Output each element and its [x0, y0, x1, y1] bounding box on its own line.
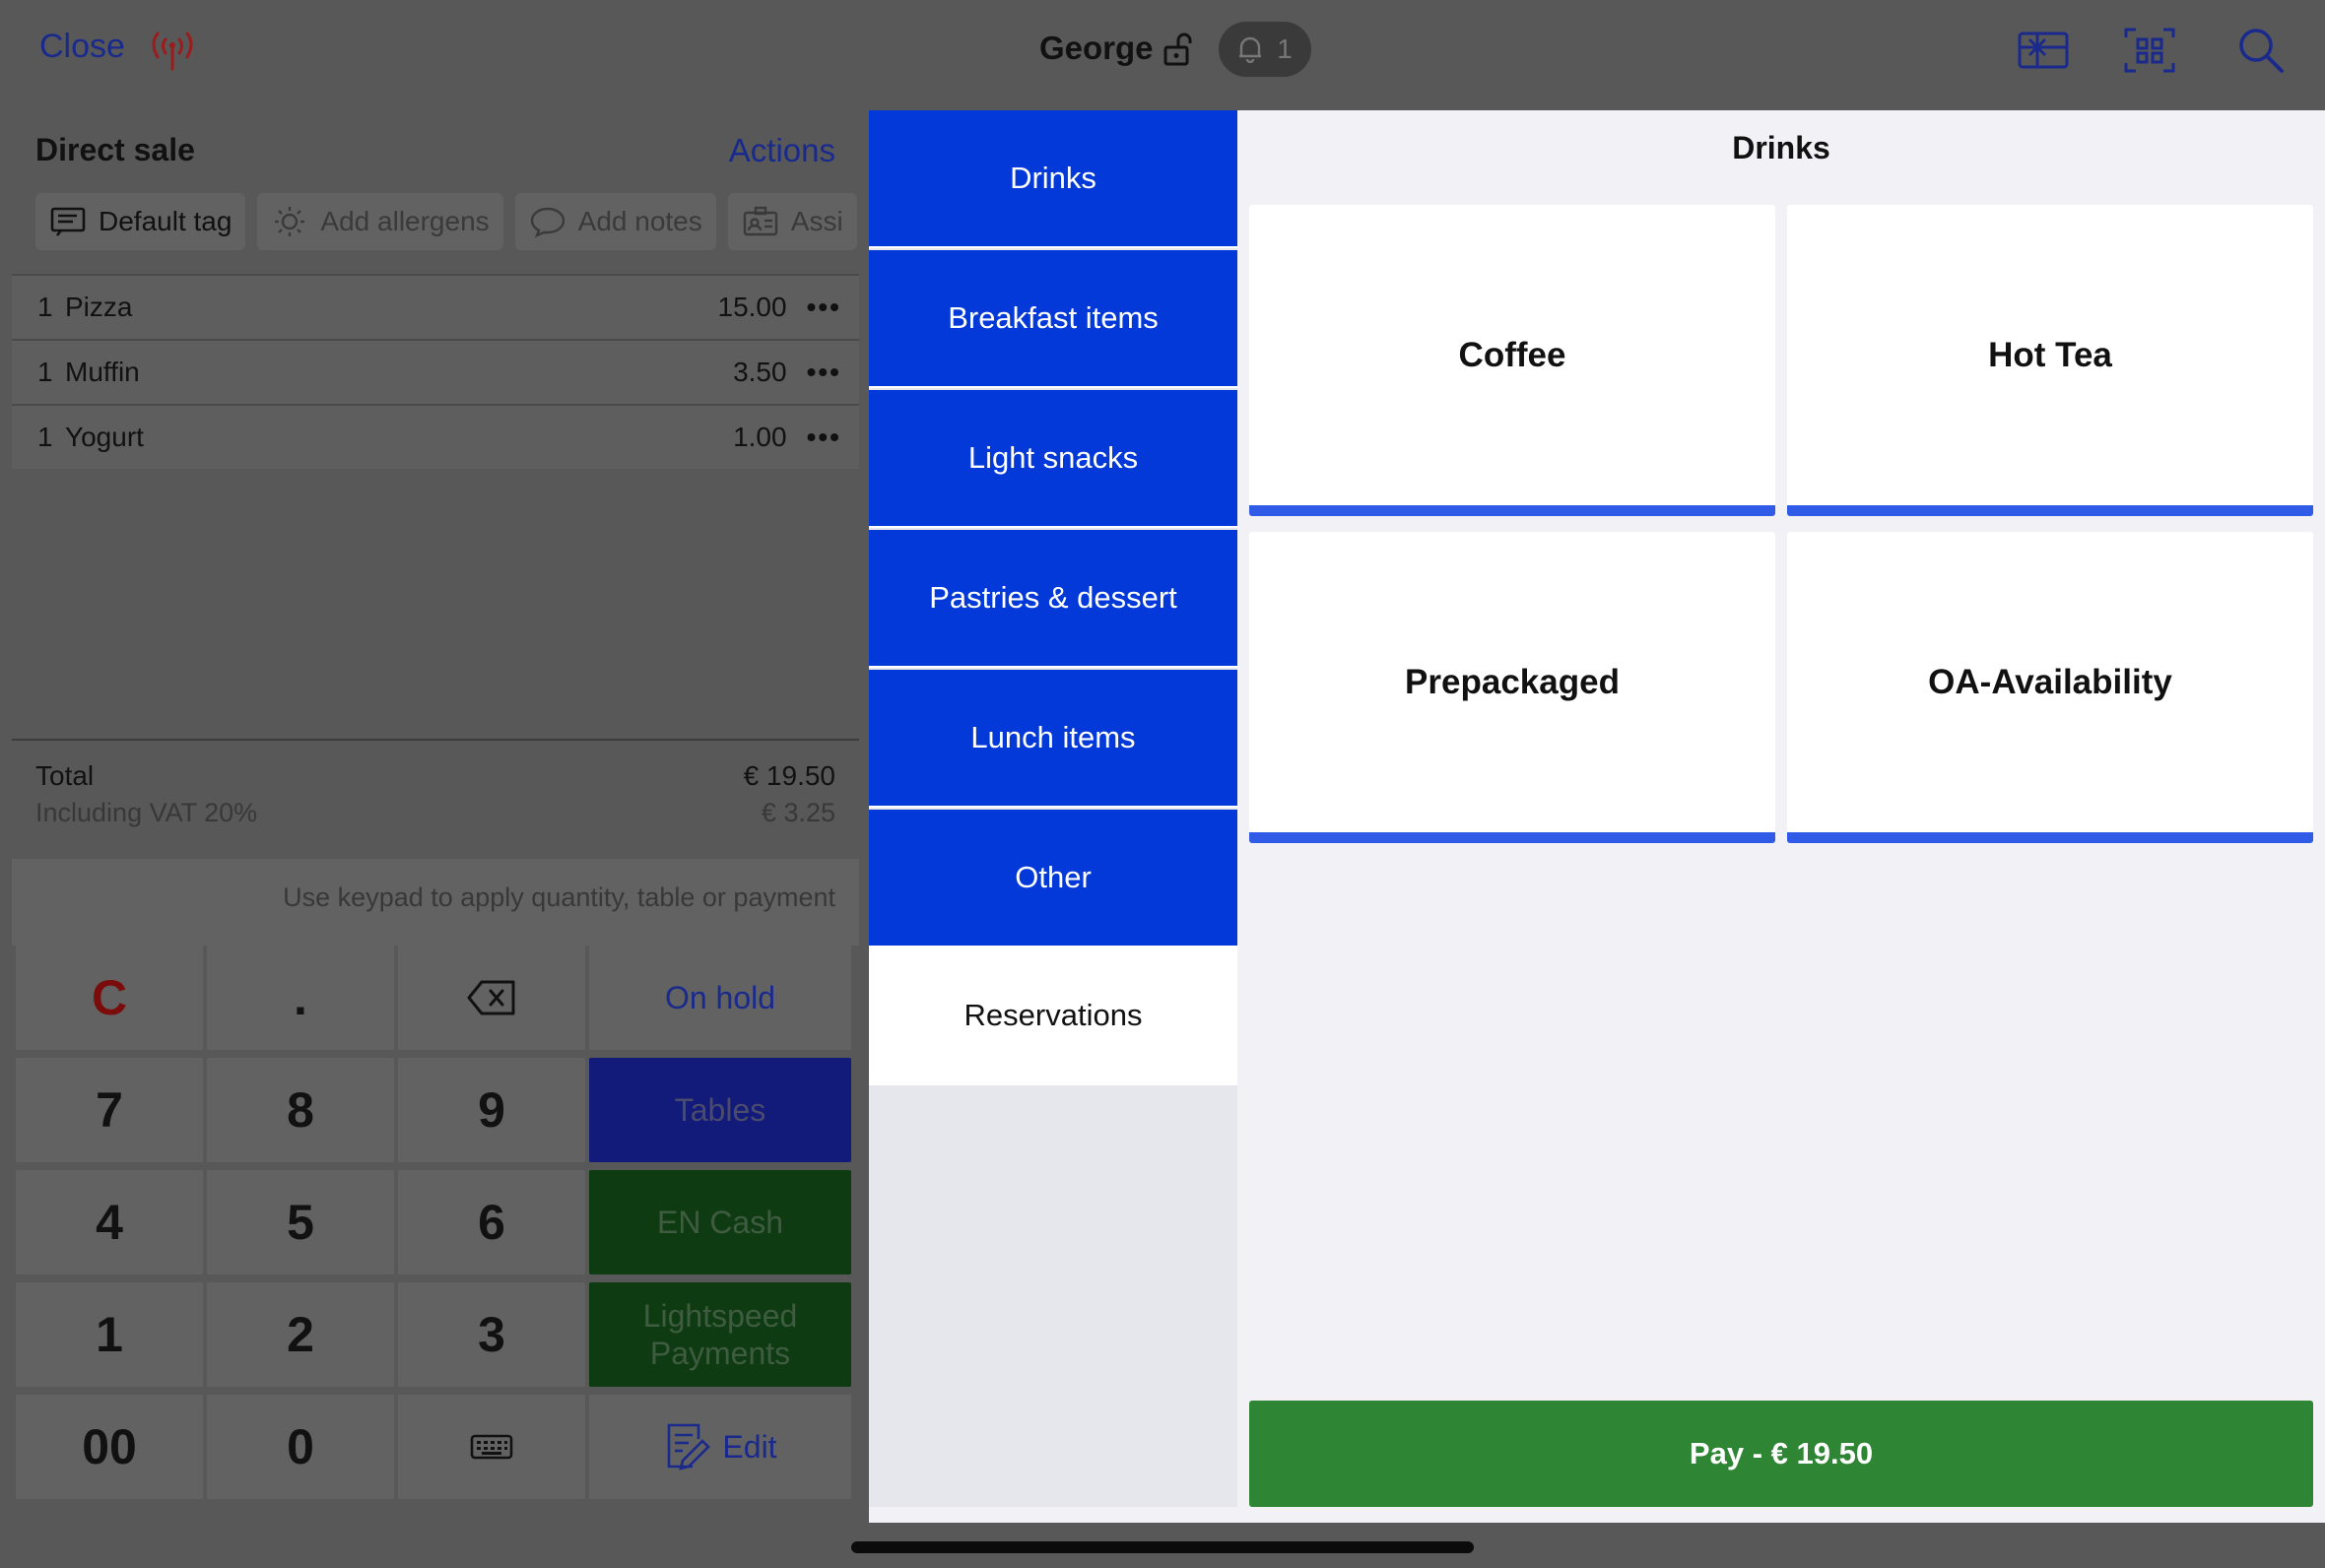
edit-label: Edit — [722, 1429, 777, 1465]
line-qty: 1 — [37, 422, 53, 452]
product-tile-prepackaged[interactable]: Prepackaged — [1249, 532, 1775, 843]
order-line[interactable]: 1 Yogurt 1.00 ••• — [12, 404, 859, 469]
category-list: Drinks Breakfast items Light snacks Past… — [869, 110, 1237, 1507]
top-bar: Close George 1 — [0, 0, 2325, 108]
gift-card-icon[interactable] — [2016, 24, 2071, 77]
backspace-key[interactable] — [398, 946, 585, 1050]
keyboard-icon — [470, 1434, 513, 1460]
line-qty: 1 — [37, 292, 53, 322]
digit-key-6[interactable]: 6 — [398, 1170, 585, 1274]
add-notes-button[interactable]: Add notes — [514, 193, 716, 250]
line-more-icon[interactable]: ••• — [807, 422, 841, 453]
digit-key-00[interactable]: 00 — [16, 1395, 203, 1499]
line-more-icon[interactable]: ••• — [807, 292, 841, 323]
line-price: 15.00 — [717, 292, 787, 322]
tables-button[interactable]: Tables — [589, 1058, 851, 1162]
lightspeed-payments-label: Lightspeed Payments — [642, 1298, 798, 1371]
product-tile-coffee[interactable]: Coffee — [1249, 205, 1775, 516]
keypad-hint: Use keypad to apply quantity, table or p… — [12, 859, 859, 946]
order-lines: 1 Pizza 15.00 ••• 1 Muffin 3.50 ••• 1 Yo… — [12, 274, 859, 469]
allergen-icon — [275, 207, 305, 236]
digit-key-7[interactable]: 7 — [16, 1058, 203, 1162]
product-tile-oa-availability[interactable]: OA-Availability — [1787, 532, 2313, 843]
search-icon[interactable] — [2232, 24, 2288, 77]
pay-button[interactable]: Pay - € 19.50 — [1249, 1401, 2313, 1507]
order-line[interactable]: 1 Muffin 3.50 ••• — [12, 339, 859, 404]
tag-label: Add notes — [577, 206, 702, 236]
digit-key-1[interactable]: 1 — [16, 1282, 203, 1387]
tag-label: Assi — [790, 206, 843, 236]
line-qty: 1 — [37, 357, 53, 387]
line-price: 1.00 — [733, 422, 787, 452]
add-allergens-button[interactable]: Add allergens — [257, 193, 503, 250]
line-name: Pizza — [65, 292, 133, 322]
qr-scan-icon[interactable] — [2122, 24, 2177, 77]
order-line[interactable]: 1 Pizza 15.00 ••• — [12, 274, 859, 339]
line-name: Yogurt — [65, 422, 144, 452]
digit-key-2[interactable]: 2 — [207, 1282, 394, 1387]
order-title: Direct sale — [35, 132, 195, 167]
category-lunch-items[interactable]: Lunch items — [869, 670, 1237, 808]
order-tag-bar: Default tag Add allergens Add notes Assi — [35, 193, 861, 252]
category-other[interactable]: Other — [869, 810, 1237, 947]
category-pastries-dessert[interactable]: Pastries & dessert — [869, 530, 1237, 668]
edit-button[interactable]: Edit — [589, 1395, 851, 1499]
actions-button[interactable]: Actions — [729, 132, 835, 169]
lightspeed-payments-button[interactable]: Lightspeed Payments — [589, 1282, 851, 1387]
default-tag-button[interactable]: Default tag — [35, 193, 246, 250]
line-name: Muffin — [65, 357, 140, 387]
digit-key-9[interactable]: 9 — [398, 1058, 585, 1162]
on-hold-button[interactable]: On hold — [589, 946, 851, 1050]
digit-key-3[interactable]: 3 — [398, 1282, 585, 1387]
total-label: Total — [35, 760, 95, 791]
home-indicator[interactable] — [851, 1541, 1474, 1553]
menu-title: Drinks — [1732, 130, 1830, 165]
product-tile-hot-tea[interactable]: Hot Tea — [1787, 205, 2313, 516]
product-menu-panel: Drinks Breakfast items Light snacks Past… — [869, 110, 2325, 1523]
user-name[interactable]: George — [1039, 30, 1154, 67]
keypad: C . On hold 7 8 9 Tables 4 5 6 EN Cash 1… — [16, 946, 855, 1503]
notifications-pill[interactable]: 1 — [1219, 22, 1311, 77]
total-value: € 19.50 — [743, 760, 835, 791]
assign-icon — [743, 206, 777, 236]
vat-value: € 3.25 — [761, 798, 835, 827]
tag-label: Default tag — [99, 206, 232, 236]
category-reservations[interactable]: Reservations — [869, 947, 1237, 1085]
tag-label: Add allergens — [320, 206, 490, 236]
decimal-key[interactable]: . — [207, 946, 394, 1050]
edit-icon — [668, 1423, 711, 1470]
line-more-icon[interactable]: ••• — [807, 357, 841, 388]
lock-icon[interactable] — [1162, 32, 1194, 67]
digit-key-5[interactable]: 5 — [207, 1170, 394, 1274]
clear-key[interactable]: C — [16, 946, 203, 1050]
bell-icon — [1239, 36, 1262, 63]
category-light-snacks[interactable]: Light snacks — [869, 390, 1237, 528]
category-drinks[interactable]: Drinks — [869, 110, 1237, 248]
assign-button[interactable]: Assi — [727, 193, 857, 250]
digit-key-8[interactable]: 8 — [207, 1058, 394, 1162]
digit-key-4[interactable]: 4 — [16, 1170, 203, 1274]
vat-label: Including VAT 20% — [35, 798, 258, 827]
cash-payment-button[interactable]: EN Cash — [589, 1170, 851, 1274]
speech-bubble-icon — [530, 207, 565, 238]
line-price: 3.50 — [733, 357, 787, 387]
notification-count: 1 — [1277, 33, 1293, 64]
category-breakfast-items[interactable]: Breakfast items — [869, 250, 1237, 388]
close-button[interactable]: Close — [39, 28, 125, 66]
total-divider — [12, 739, 859, 741]
keyboard-key[interactable] — [398, 1395, 585, 1499]
digit-key-0[interactable]: 0 — [207, 1395, 394, 1499]
signal-icon — [152, 32, 193, 71]
backspace-icon — [467, 980, 515, 1015]
tag-list-icon — [50, 207, 86, 236]
